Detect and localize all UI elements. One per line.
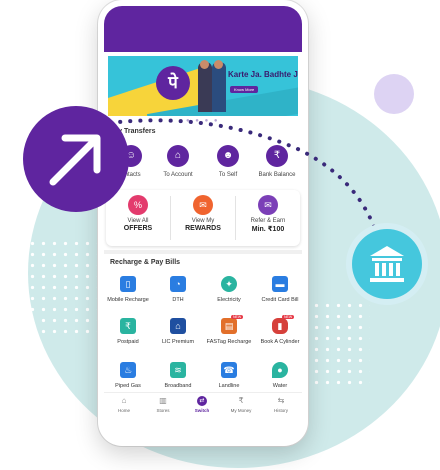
- money-icon: ₹: [238, 396, 244, 405]
- promo-value: Min. ₹100: [251, 226, 285, 233]
- landline-icon: ☎: [221, 362, 237, 378]
- offers-rewards-card: % View All OFFERS ✉ View My REWARDS ✉ Re…: [106, 190, 300, 246]
- cylinder-icon: ▮: [272, 318, 288, 334]
- bill-lic-premium[interactable]: ⌂ LIC Premium: [150, 318, 206, 345]
- balance-icon: ₹: [266, 145, 288, 167]
- arrow-up-right-icon: [49, 134, 101, 186]
- gas-icon: ♨: [120, 362, 136, 378]
- lic-icon: ⌂: [170, 318, 186, 334]
- bank-icon: ⌂: [167, 145, 189, 167]
- refer-earn-button[interactable]: ✉ Refer & Earn Min. ₹100: [236, 195, 300, 233]
- transfer-label: To Self: [218, 172, 238, 178]
- mobile-icon: ▯: [120, 276, 136, 292]
- check-bank-balance[interactable]: ₹ Bank Balance: [250, 145, 304, 178]
- view-rewards-button[interactable]: ✉ View My REWARDS: [171, 195, 235, 232]
- nav-my-money[interactable]: ₹ My Money: [221, 396, 261, 413]
- broadband-icon: ≋: [170, 362, 186, 378]
- promo-value: OFFERS: [123, 225, 153, 232]
- nav-label: My Money: [230, 408, 252, 413]
- nav-home[interactable]: ⌂ Home: [104, 396, 144, 413]
- bill-credit-card[interactable]: ▬ Credit Card Bill: [252, 276, 308, 303]
- transfer-to-self[interactable]: ☻ To Self: [201, 145, 255, 178]
- bill-fastag-recharge[interactable]: NEW ▤ FASTag Recharge: [201, 315, 257, 345]
- banner-person: [212, 60, 226, 112]
- nav-label: History: [273, 408, 288, 413]
- nav-history[interactable]: ⇆ History: [261, 396, 301, 413]
- history-icon: ⇆: [277, 396, 285, 405]
- nav-label: Stores: [156, 408, 170, 413]
- bottom-navigation: ⌂ Home ▥ Stores ⇄ Switch ₹ My Money ⇆ Hi…: [104, 392, 302, 421]
- transfer-label: To Account: [163, 172, 193, 178]
- switch-icon: ⇄: [197, 396, 207, 406]
- bill-label: Water: [272, 383, 288, 389]
- gift-icon: ✉: [193, 195, 213, 215]
- dish-icon: ◔: [170, 276, 186, 292]
- nav-switch[interactable]: ⇄ Switch: [182, 396, 222, 413]
- new-badge: NEW: [231, 315, 244, 319]
- bill-broadband[interactable]: ≋ Broadband: [150, 362, 206, 389]
- bill-label: Book A Cylinder: [260, 339, 300, 345]
- card-icon: ▬: [272, 276, 288, 292]
- promo-label: Refer & Earn: [250, 218, 286, 224]
- promo-banner[interactable]: पे Karte Ja. Badhte Ja. Know More: [108, 56, 298, 116]
- transfer-label: Bank Balance: [258, 172, 296, 178]
- bill-postpaid[interactable]: ₹ Postpaid: [100, 318, 156, 345]
- promo-value: REWARDS: [185, 225, 221, 232]
- promo-label: View All: [127, 218, 149, 224]
- nav-label: Switch: [194, 408, 210, 413]
- banner-tagline: Karte Ja. Badhte Ja.: [228, 70, 298, 79]
- recharge-bills-title: Recharge & Pay Bills: [110, 259, 181, 266]
- bill-label: Piped Gas: [115, 383, 141, 389]
- dot-pattern: [300, 300, 370, 390]
- bill-label: FASTag Recharge: [206, 339, 252, 345]
- know-more-button[interactable]: Know More: [230, 86, 259, 93]
- bill-dth[interactable]: ◔ DTH: [150, 276, 206, 303]
- self-icon: ☻: [217, 145, 239, 167]
- refer-icon: ✉: [258, 195, 278, 215]
- bill-label: Electricity: [217, 297, 241, 303]
- bank-badge: [352, 229, 422, 299]
- banner-pager-dots: ● ● ● ●: [186, 118, 220, 124]
- postpaid-icon: ₹: [120, 318, 136, 334]
- bill-mobile-recharge[interactable]: ▯ Mobile Recharge: [100, 276, 156, 303]
- bill-label: Mobile Recharge: [107, 297, 149, 303]
- bill-book-cylinder[interactable]: NEW ▮ Book A Cylinder: [252, 315, 308, 345]
- bill-electricity[interactable]: ✦ Electricity: [201, 276, 257, 303]
- section-separator: [104, 250, 302, 254]
- bill-label: Broadband: [164, 383, 192, 389]
- bill-piped-gas[interactable]: ♨ Piped Gas: [100, 362, 156, 389]
- nav-stores[interactable]: ▥ Stores: [143, 396, 183, 413]
- decorative-dot: [374, 74, 414, 114]
- bill-water[interactable]: ● Water: [252, 362, 308, 389]
- phonepe-logo: पे: [156, 66, 190, 100]
- home-icon: ⌂: [121, 396, 127, 405]
- new-badge: NEW: [282, 315, 295, 319]
- store-icon: ▥: [159, 396, 167, 405]
- bank-building-icon: [370, 246, 404, 282]
- send-money-badge: [23, 106, 129, 212]
- nav-label: Home: [117, 408, 130, 413]
- bill-label: Postpaid: [117, 339, 139, 345]
- banner-person: [198, 60, 212, 112]
- bill-label: DTH: [172, 297, 184, 303]
- fastag-icon: ▤: [221, 318, 237, 334]
- transfer-to-account[interactable]: ⌂ To Account: [151, 145, 205, 178]
- bill-landline[interactable]: ☎ Landline: [201, 362, 257, 389]
- bill-label: Landline: [218, 383, 240, 389]
- percent-icon: %: [128, 195, 148, 215]
- app-header: [104, 6, 302, 52]
- promo-label: View My: [191, 218, 215, 224]
- dot-pattern: [16, 238, 106, 338]
- water-icon: ●: [272, 362, 288, 378]
- bill-label: LIC Premium: [161, 339, 195, 345]
- bill-label: Credit Card Bill: [261, 297, 299, 303]
- bulb-icon: ✦: [221, 276, 237, 292]
